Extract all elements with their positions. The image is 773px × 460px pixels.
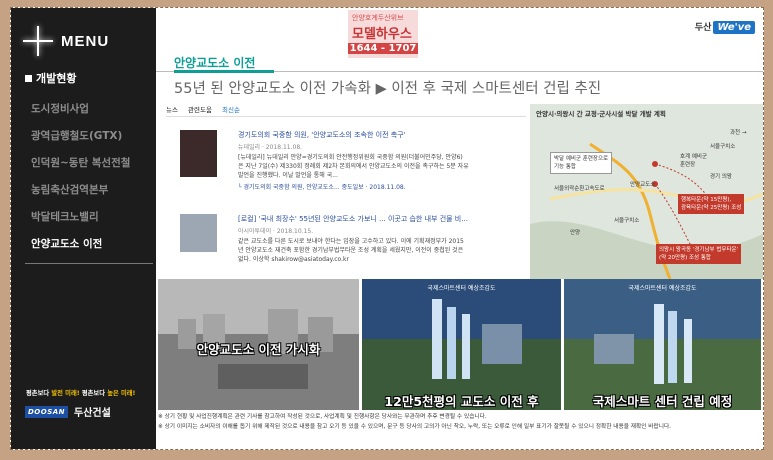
disclaimer-line: ※ 상기 이미지는 소비자의 이해를 돕기 위해 제작된 것으로 내용을 참고 … bbox=[158, 424, 671, 430]
banner-relocation-render[interactable]: 국제스마트센터 예상조감도 12만5천평의 교도소 이전 후 bbox=[362, 279, 561, 410]
sidebar-item-redevelopment[interactable]: 도시정비사업 bbox=[31, 96, 156, 123]
doosan-logo: DOOSAN bbox=[25, 405, 69, 418]
article-thumbnail[interactable] bbox=[180, 130, 217, 177]
slogan-highlight: 높은 미래! bbox=[107, 390, 136, 397]
banner-smart-center-render[interactable]: 국제스마트센터 예상조감도 국제스마트 센터 건립 예정 bbox=[564, 279, 761, 410]
map-label: 서울외곽순환고속도로 bbox=[554, 186, 605, 192]
slogan: 평촌보다 발전 미래! 평촌보다 높은 미래! bbox=[26, 388, 135, 397]
map-label: 경기 의왕 bbox=[710, 174, 732, 180]
map-label: 호계 예비군 bbox=[680, 154, 708, 160]
section-title: 개발현황 bbox=[25, 70, 76, 86]
sidebar-nav: 도시정비사업 광역급행철도(GTX) 인덕원~동탄 복선전철 농림축산검역본부 … bbox=[11, 96, 156, 258]
sidebar-item-induk-dongtan[interactable]: 인덕원~동탄 복선전철 bbox=[31, 150, 156, 177]
article-body-line: 같은 교도소를 다른 도시로 보내야 한다는 입장을 고수하고 있다. 이에 기… bbox=[238, 238, 464, 245]
sidebar-item-quarantine[interactable]: 농림축산검역본부 bbox=[31, 177, 156, 204]
square-bullet-icon bbox=[25, 75, 32, 82]
banner-prison-photo[interactable]: 안양교도소 이전 가시화 bbox=[158, 279, 359, 410]
article-title[interactable]: [로컬] '국내 최장수' 55년된 안양교도소 가보니 ... 이곳고 습한 … bbox=[238, 214, 533, 224]
title-underline bbox=[174, 70, 274, 73]
menu-header[interactable]: MENU bbox=[23, 26, 109, 56]
disclaimer: ※ 상기 현황 및 사업진행계획은 관련 기사를 참고하여 작성된 것으로, 사… bbox=[158, 412, 758, 432]
article-text: 경기도의회 국중함 의원, '안양교도소의 조속한 이전 촉구' 뉴데일리 · … bbox=[238, 130, 533, 191]
section-title-label: 개발현황 bbox=[36, 72, 77, 85]
map-callout: 의왕시 왕곡동 '경기남부 법무타운' (약 20만평) 조성 통합 bbox=[656, 244, 742, 264]
map-label: (약 20만평) 조성 통합 bbox=[659, 255, 711, 261]
article-body: 같은 교도소를 다른 도시로 보내야 한다는 입장을 고수하고 있다. 이에 기… bbox=[238, 237, 533, 264]
sidebar-item-bakdal[interactable]: 박달테크노밸리 bbox=[31, 204, 156, 231]
main-content: 안양호계두산위브 모델하우스 1644 - 1707 두산 We've 안양교도소… bbox=[156, 8, 763, 449]
map-label: 안양 bbox=[570, 230, 581, 236]
development-map: 안양시·의왕시 간 교정·군사시설 박달 개발 계획 박달 예비군 훈련장으로기… bbox=[530, 104, 763, 279]
tab-news[interactable]: 뉴스 bbox=[166, 106, 178, 114]
article-thumbnail[interactable] bbox=[180, 214, 217, 252]
article-body-line: 없다. 이상학 shakirow@asiatoday.co.kr bbox=[238, 256, 349, 263]
article-title[interactable]: 경기도의회 국중함 의원, '안양교도소의 조속한 이전 촉구' bbox=[238, 130, 533, 140]
article-body-line: [뉴데일리] 뉴데일리 안양=경기도의회 안전행정위원회 국중함 의원(더불어민… bbox=[238, 154, 463, 161]
tab-related[interactable]: 관련도움 bbox=[188, 106, 212, 114]
logo-prefix: 두산 bbox=[694, 23, 712, 33]
sidebar-item-gtx[interactable]: 광역급행철도(GTX) bbox=[31, 123, 156, 150]
menu-title: MENU bbox=[61, 32, 110, 50]
map-label: 기능 통합 bbox=[554, 164, 576, 170]
sparkle-icon bbox=[23, 26, 53, 56]
map-label: 박달 예비군 훈련장으로 bbox=[554, 156, 609, 162]
sidebar: MENU 개발현황 도시정비사업 광역급행철도(GTX) 인덕원~동탄 복선전철… bbox=[11, 8, 156, 449]
slogan-part: 평촌보다 bbox=[26, 390, 52, 397]
article-body-line: 년 안양교도소 재건축 포함한 경기남부법무타운 조성 계획을 세웠지만, 이전… bbox=[238, 247, 464, 254]
article-body-line: 발언을 진행했다. 이날 발언을 통해 국... bbox=[238, 172, 338, 179]
ad-phone: 1644 - 1707 bbox=[348, 43, 418, 54]
page-frame: MENU 개발현황 도시정비사업 광역급행철도(GTX) 인덕원~동탄 복선전철… bbox=[0, 0, 773, 460]
news-tabs: 뉴스 관련도움 최신순 bbox=[166, 104, 526, 117]
article-meta: 아시아투데이 · 2018.10.15. bbox=[238, 228, 314, 235]
banner-caption: 12만5천평의 교도소 이전 후 bbox=[384, 394, 539, 409]
logo-mark: We've bbox=[713, 21, 755, 34]
sidebar-item-prison-relocation[interactable]: 안양교도소 이전 bbox=[31, 231, 156, 258]
article-body-line: 은 지난 7일(수) 제330회 정례회 제2차 본회의에서 안양교도소의 이전… bbox=[238, 163, 469, 170]
banner-caption: 국제스마트 센터 건립 예정 bbox=[592, 394, 733, 409]
tab-latest[interactable]: 최신순 bbox=[222, 106, 240, 114]
slogan-part: 평촌보다 bbox=[79, 390, 108, 397]
banner-strip: 안양교도소 이전 가시화 국제스마트센터 예상조감도 12만5천평의 교도소 이… bbox=[156, 279, 763, 410]
divider bbox=[25, 263, 153, 264]
ad-line1: 안양호계두산위브 bbox=[352, 14, 404, 22]
brand-name: 두산건설 bbox=[74, 408, 111, 419]
map-label: 안양교도소 bbox=[630, 182, 656, 188]
banner-tag: 국제스마트센터 예상조감도 bbox=[628, 285, 697, 292]
slogan-highlight: 발전 미래! bbox=[51, 390, 80, 397]
weve-logo: 두산 We've bbox=[695, 20, 755, 34]
map-title: 안양시·의왕시 간 교정·군사시설 박달 개발 계획 bbox=[536, 110, 666, 118]
map-label: 과천 → bbox=[730, 130, 747, 136]
map-callout: 행복타운(약 15만평), 광육타운(약 25만평) 조성 bbox=[678, 194, 745, 214]
map-label: 서울구치소 bbox=[710, 144, 736, 150]
brand: DOOSAN 두산건설 bbox=[25, 404, 111, 419]
map-label: 행복타운(약 15만평), bbox=[681, 197, 732, 203]
map-callout: 박달 예비군 훈련장으로기능 통합 bbox=[550, 152, 613, 174]
news-panel: 뉴스 관련도움 최신순 경기도의회 국중함 의원, '안양교도소의 조속한 이전… bbox=[166, 104, 526, 279]
map-label: 광육타운(약 25만평) 조성 bbox=[681, 205, 742, 211]
map-label: 훈련장 bbox=[680, 162, 696, 168]
related-article-link[interactable]: └ 경기도의회 국중함 의원, 안양교도소... 중도일보 · 2018.11.… bbox=[238, 182, 533, 191]
article-text: [로컬] '국내 최장수' 55년된 안양교도소 가보니 ... 이곳고 습한 … bbox=[238, 214, 533, 264]
article-body: [뉴데일리] 뉴데일리 안양=경기도의회 안전행정위원회 국중함 의원(더불어민… bbox=[238, 153, 533, 180]
model-house-ad[interactable]: 안양호계두산위브 모델하우스 1644 - 1707 bbox=[348, 10, 418, 58]
headline: 55년 된 안양교도소 이전 가속화 ▶ 이전 후 국제 스마트센터 건립 추진 bbox=[174, 81, 602, 97]
disclaimer-line: ※ 상기 현황 및 사업진행계획은 관련 기사를 참고하여 작성된 것으로, 사… bbox=[158, 414, 487, 420]
content-frame: MENU 개발현황 도시정비사업 광역급행철도(GTX) 인덕원~동탄 복선전철… bbox=[10, 7, 764, 450]
banner-tag: 국제스마트센터 예상조감도 bbox=[427, 285, 496, 292]
ad-line2: 모델하우스 bbox=[352, 27, 412, 42]
map-label: 의왕시 왕곡동 '경기남부 법무타운' bbox=[659, 247, 739, 253]
banner-caption: 안양교도소 이전 가시화 bbox=[196, 342, 321, 357]
article-meta: 뉴데일리 · 2018.11.08. bbox=[238, 144, 303, 151]
map-label: 서울구치소 bbox=[614, 218, 640, 224]
page-title: 안양교도소 이전 bbox=[174, 56, 256, 70]
